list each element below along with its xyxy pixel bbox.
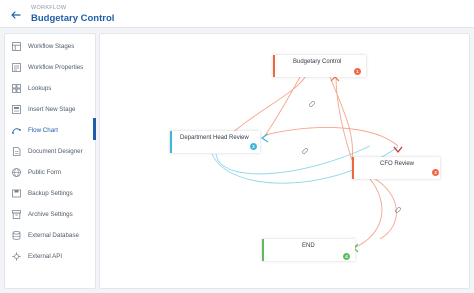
sidebar-item-archive-settings[interactable]: Archive Settings	[5, 204, 97, 224]
node-color-bar	[273, 55, 275, 77]
flow-chart-canvas[interactable]: Budgetary Control 1 Department Head Revi…	[99, 33, 470, 289]
link-icon	[309, 101, 315, 107]
sidebar-item-label: Insert New Stage	[28, 105, 76, 113]
sidebar-item-label: External Database	[28, 231, 79, 239]
connector-budget-to-dept	[262, 76, 301, 139]
sidebar-item-backup-settings[interactable]: Backup Settings	[5, 183, 97, 203]
node-badge: 1	[354, 68, 361, 75]
sidebar-item-label: Flow Chart	[28, 126, 58, 134]
sidebar-item-lookups[interactable]: Lookups	[5, 78, 97, 98]
node-color-bar	[170, 131, 172, 153]
back-button[interactable]	[8, 8, 24, 22]
connector-budget-to-cfo	[329, 76, 353, 161]
node-badge: 2	[250, 143, 257, 150]
sidebar-item-label: Public Form	[28, 168, 62, 176]
sidebar-item-workflow-stages[interactable]: Workflow Stages	[5, 36, 97, 56]
page-title: Budgetary Control	[31, 13, 115, 24]
sidebar-item-flow-chart[interactable]: Flow Chart	[5, 120, 97, 140]
sidebar-item-external-database[interactable]: External Database	[5, 225, 97, 245]
node-badge: 4	[343, 253, 350, 260]
properties-icon	[12, 62, 21, 72]
node-budgetary-control[interactable]: Budgetary Control 1	[273, 55, 366, 77]
sidebar: Workflow Stages Workflow Properties Look…	[4, 33, 96, 289]
archive-icon	[12, 209, 21, 219]
public-form-icon	[12, 167, 21, 177]
link-icon	[302, 148, 308, 154]
sidebar-item-document-designer[interactable]: Document Designer	[5, 141, 97, 161]
node-badge: 3	[432, 169, 439, 176]
connector-arc-into-cfo	[264, 127, 399, 147]
lookups-icon	[12, 83, 21, 93]
api-icon	[12, 251, 21, 261]
node-label: Department Head Review	[180, 135, 249, 141]
arrowhead-into-cfo	[393, 146, 403, 153]
sidebar-item-external-api[interactable]: External API	[5, 246, 97, 266]
node-label: CFO Review	[380, 161, 415, 167]
sidebar-item-label: External API	[28, 252, 63, 260]
active-indicator	[93, 118, 96, 140]
node-department-head-review[interactable]: Department Head Review 2	[170, 131, 260, 153]
sidebar-item-workflow-properties[interactable]: Workflow Properties	[5, 57, 97, 77]
node-color-bar	[262, 239, 264, 261]
sidebar-item-label: Workflow Properties	[28, 63, 84, 71]
sidebar-item-label: Lookups	[28, 84, 52, 92]
backup-icon	[12, 189, 21, 198]
breadcrumb: WORKFLOW	[31, 5, 67, 11]
database-icon	[12, 230, 21, 240]
connector-cfo-to-end	[353, 178, 383, 249]
node-end[interactable]: END 4	[262, 239, 355, 261]
arrowhead-into-budget	[330, 76, 340, 82]
sidebar-item-label: Archive Settings	[28, 210, 73, 218]
app-header: WORKFLOW Budgetary Control	[0, 0, 474, 28]
node-cfo-review[interactable]: CFO Review 3	[352, 157, 440, 179]
insert-stage-icon	[12, 104, 21, 114]
sidebar-item-public-form[interactable]: Public Form	[5, 162, 97, 182]
sidebar-item-label: Workflow Stages	[28, 42, 75, 50]
flow-chart-icon	[12, 126, 21, 135]
node-label: END	[302, 243, 315, 249]
connector-cfo-to-budget	[335, 76, 353, 161]
sidebar-item-label: Document Designer	[28, 147, 83, 155]
arrow-left-icon	[11, 11, 21, 19]
node-color-bar	[352, 157, 354, 179]
connector-cfo-to-end-2	[374, 178, 397, 240]
sidebar-item-insert-new-stage[interactable]: Insert New Stage	[5, 99, 97, 119]
document-icon	[12, 146, 21, 156]
node-label: Budgetary Control	[293, 59, 342, 65]
stages-icon	[12, 41, 21, 51]
sidebar-item-label: Backup Settings	[28, 189, 73, 197]
